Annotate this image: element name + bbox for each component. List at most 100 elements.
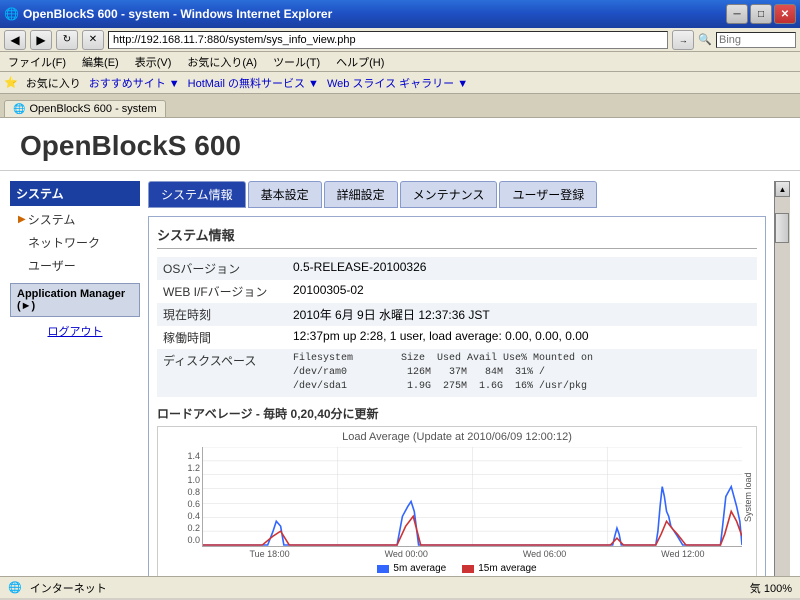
logout-link[interactable]: ログアウト: [10, 323, 140, 339]
legend-label-5m: 5m average: [393, 563, 446, 574]
content-box: システム情報 OSバージョン 0.5-RELEASE-20100326 WEB …: [148, 216, 766, 576]
status-right: 気 100%: [750, 580, 792, 596]
x-label: Tue 18:00: [249, 549, 289, 559]
tab-label: OpenBlockS 600 - system: [29, 103, 156, 115]
label-os: OSバージョン: [157, 257, 287, 280]
legend-15m: 15m average: [462, 563, 536, 574]
tab-userreg[interactable]: ユーザー登録: [499, 181, 597, 208]
value-os: 0.5-RELEASE-20100326: [287, 257, 757, 280]
sidebar-item-network[interactable]: ネットワーク: [10, 231, 140, 254]
chart-graph: [202, 447, 742, 547]
stop-button[interactable]: ✕: [82, 30, 104, 50]
label-disk: ディスクスペース: [157, 349, 287, 397]
chart-legend: 5m average 15m average: [162, 563, 752, 574]
app-manager-title: Application Manager (►): [17, 288, 133, 312]
address-bar[interactable]: [108, 31, 668, 49]
title-bar: 🌐 OpenBlockS 600 - system - Windows Inte…: [0, 0, 800, 28]
y-label: 0.2: [187, 523, 200, 533]
x-label: Wed 12:00: [661, 549, 704, 559]
scroll-thumb[interactable]: [775, 213, 789, 243]
legend-color-5m: [377, 565, 389, 573]
value-uptime: 12:37pm up 2:28, 1 user, load average: 0…: [287, 326, 757, 349]
table-row: 稼働時間 12:37pm up 2:28, 1 user, load avera…: [157, 326, 757, 349]
fav-recommended[interactable]: おすすめサイト ▼: [89, 75, 180, 91]
right-content: システム情報 基本設定 詳細設定 メンテナンス ユーザー登録 システム情報 OS…: [148, 181, 766, 576]
forward-button[interactable]: ▶: [30, 30, 52, 50]
status-zone: インターネット: [30, 580, 107, 596]
search-input[interactable]: [716, 32, 796, 48]
chart-area: 1.4 1.2 1.0 0.8 0.6 0.4 0.2 0.0: [162, 447, 752, 547]
legend-color-15m: [462, 565, 474, 573]
menu-help[interactable]: ヘルプ(H): [336, 54, 384, 70]
scroll-bar-vertical[interactable]: ▲ ▼: [774, 181, 790, 576]
left-sidebar: システム ▶ システム ネットワーク ユーザー Application Mana…: [10, 181, 140, 576]
table-row: OSバージョン 0.5-RELEASE-20100326: [157, 257, 757, 280]
nav-tabs: システム情報 基本設定 詳細設定 メンテナンス ユーザー登録: [148, 181, 766, 208]
fav-webslice[interactable]: Web スライス ギャラリー ▼: [327, 75, 468, 91]
sidebar-network-label: ネットワーク: [28, 236, 100, 250]
x-label: Wed 06:00: [523, 549, 566, 559]
sidebar-nav-header: システム: [10, 181, 140, 206]
table-row: WEB I/Fバージョン 20100305-02: [157, 280, 757, 303]
site-title: OpenBlockS 600: [20, 130, 780, 162]
table-row: 現在時刻 2010年 6月 9日 水曜日 12:37:36 JST: [157, 303, 757, 326]
close-button[interactable]: ✕: [774, 4, 796, 24]
status-icon: 🌐: [8, 581, 22, 594]
y-label: 1.2: [187, 463, 200, 473]
menu-edit[interactable]: 編集(E): [82, 54, 119, 70]
tab-sysinfo[interactable]: システム情報: [148, 181, 246, 208]
tab-detail[interactable]: 詳細設定: [324, 181, 398, 208]
search-icon: 🔍: [698, 33, 712, 46]
chart-title: Load Average (Update at 2010/06/09 12:00…: [162, 431, 752, 443]
scroll-up-button[interactable]: ▲: [775, 181, 790, 197]
chart-svg: [202, 447, 742, 547]
content-title: システム情報: [157, 225, 757, 249]
browser-tab-bar: 🌐 OpenBlockS 600 - system: [0, 94, 800, 118]
tab-icon: 🌐: [13, 104, 25, 115]
favorites-label[interactable]: お気に入り: [26, 75, 81, 91]
y-label: 0.4: [187, 511, 200, 521]
sidebar-user-label: ユーザー: [28, 259, 76, 273]
value-web: 20100305-02: [287, 280, 757, 303]
table-row-disk: ディスクスペース Filesystem Size Used Avail Use%…: [157, 349, 757, 397]
go-button[interactable]: →: [672, 30, 694, 50]
label-time: 現在時刻: [157, 303, 287, 326]
label-uptime: 稼働時間: [157, 326, 287, 349]
value-time: 2010年 6月 9日 水曜日 12:37:36 JST: [287, 303, 757, 326]
menu-tools[interactable]: ツール(T): [273, 54, 320, 70]
load-section-header: ロードアベレージ - 毎時 0,20,40分に更新: [157, 405, 757, 422]
y-label: 0.8: [187, 487, 200, 497]
minimize-button[interactable]: ─: [726, 4, 748, 24]
app-manager-box[interactable]: Application Manager (►): [10, 283, 140, 317]
arrow-icon: ▶: [18, 214, 26, 225]
window-title: OpenBlockS 600 - system - Windows Intern…: [23, 7, 726, 21]
status-bar: 🌐 インターネット 気 100%: [0, 576, 800, 598]
menu-file[interactable]: ファイル(F): [8, 54, 66, 70]
browser-content: OpenBlockS 600 システム ▶ システム ネットワーク ユーザー: [0, 118, 800, 576]
value-disk: Filesystem Size Used Avail Use% Mounted …: [287, 349, 757, 397]
main-layout: システム ▶ システム ネットワーク ユーザー Application Mana…: [0, 171, 800, 576]
sidebar-system-label: システム: [28, 211, 76, 228]
label-web: WEB I/Fバージョン: [157, 280, 287, 303]
tab-maintenance[interactable]: メンテナンス: [400, 181, 498, 208]
y-label: 1.4: [187, 451, 200, 461]
sidebar-item-user[interactable]: ユーザー: [10, 254, 140, 277]
info-table: OSバージョン 0.5-RELEASE-20100326 WEB I/Fバージョ…: [157, 257, 757, 397]
tab-basic[interactable]: 基本設定: [248, 181, 322, 208]
sidebar-item-system[interactable]: ▶ システム: [10, 208, 140, 231]
menu-favorites[interactable]: お気に入り(A): [187, 54, 257, 70]
y-label: 0.0: [187, 535, 200, 545]
window-icon: 🌐: [4, 7, 19, 21]
menu-view[interactable]: 表示(V): [135, 54, 172, 70]
refresh-button[interactable]: ↻: [56, 30, 78, 50]
y-label: 1.0: [187, 475, 200, 485]
y-label: 0.6: [187, 499, 200, 509]
maximize-button[interactable]: □: [750, 4, 772, 24]
back-button[interactable]: ◀: [4, 30, 26, 50]
favorites-bar: ⭐ お気に入り おすすめサイト ▼ HotMail の無料サービス ▼ Web …: [0, 72, 800, 94]
browser-tab-main[interactable]: 🌐 OpenBlockS 600 - system: [4, 100, 166, 117]
y-axis-label: System load: [743, 472, 753, 522]
ie-menubar: ファイル(F) 編集(E) 表示(V) お気に入り(A) ツール(T) ヘルプ(…: [0, 52, 800, 72]
fav-hotmail[interactable]: HotMail の無料サービス ▼: [188, 75, 319, 91]
load-chart-container: Load Average (Update at 2010/06/09 12:00…: [157, 426, 757, 576]
